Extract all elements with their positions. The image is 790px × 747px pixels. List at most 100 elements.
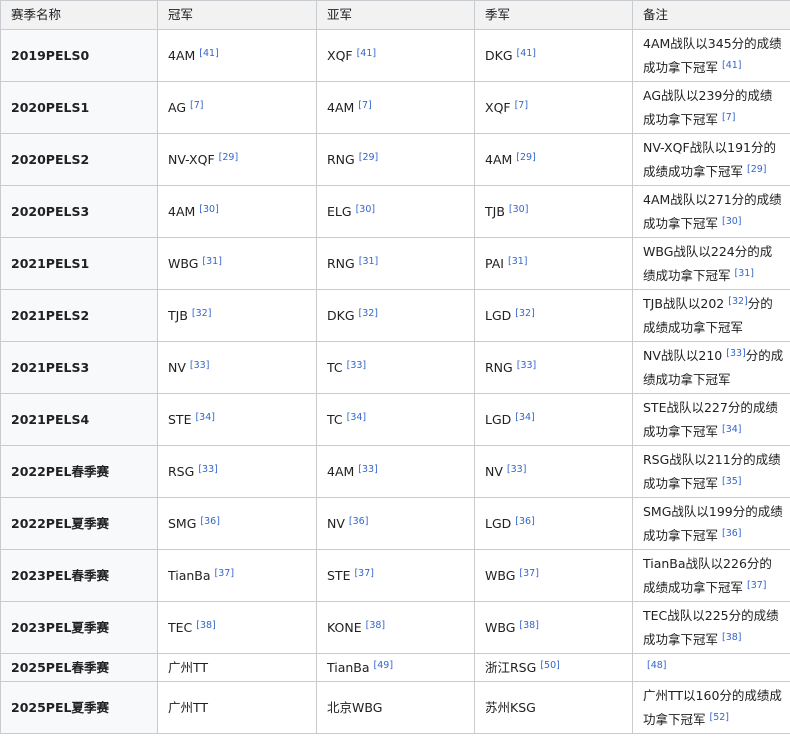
note-text: TEC战队以225分的成绩成功拿下冠军 xyxy=(643,607,779,647)
runner-up-cell-text: ELG xyxy=(327,203,352,219)
header-third: 季军 xyxy=(474,0,633,30)
citation-link[interactable]: [38] xyxy=(722,632,742,643)
citation-link[interactable]: [36] xyxy=(200,516,220,527)
champion-cell: RSG [33] xyxy=(157,445,317,498)
runner-up-cell-text: 北京WBG xyxy=(327,699,383,715)
champion-cell-text: NV xyxy=(168,359,186,375)
citation-link[interactable]: [38] xyxy=(196,620,216,631)
note-cell: RSG战队以211分的成绩成功拿下冠军 [35] xyxy=(632,445,790,498)
champion-cell-text: TianBa xyxy=(168,567,211,583)
citation-link[interactable]: [34] xyxy=(722,424,742,435)
citation-link[interactable]: [37] xyxy=(747,580,767,591)
citation-link[interactable]: [30] xyxy=(356,204,376,215)
citation-link[interactable]: [52] xyxy=(710,712,730,723)
runner-up-cell: NV [36] xyxy=(316,497,475,550)
citation-link[interactable]: [49] xyxy=(374,660,394,671)
citation-link[interactable]: [35] xyxy=(722,476,742,487)
citation-link[interactable]: [37] xyxy=(354,568,374,579)
champion-cell-text: 广州TT xyxy=(168,699,209,715)
table-row: 2023PEL春季赛 TianBa [37] STE [37] WBG [37] TianBa… xyxy=(0,549,790,602)
citation-link[interactable]: [7] xyxy=(190,100,203,111)
champion-cell: NV-XQF [29] xyxy=(157,133,317,186)
citation-link[interactable]: [33] xyxy=(517,360,537,371)
citation-link[interactable]: [33] xyxy=(190,360,210,371)
citation-link[interactable]: [29] xyxy=(219,152,239,163)
champion-cell-text: SMG xyxy=(168,515,197,531)
citation-link[interactable]: [48] xyxy=(647,660,667,671)
third-place-cell-text: WBG xyxy=(485,567,516,583)
citation-link[interactable]: [31] xyxy=(359,256,379,267)
season-cell-text: 2020PELS2 xyxy=(11,151,90,167)
citation-link[interactable]: [32] xyxy=(192,308,212,319)
citation-link[interactable]: [7] xyxy=(722,112,735,123)
runner-up-cell-text: TC xyxy=(327,359,343,375)
champion-cell: WBG [31] xyxy=(157,237,317,290)
citation-link[interactable]: [36] xyxy=(722,528,742,539)
citation-link[interactable]: [33] xyxy=(358,464,378,475)
citation-link[interactable]: [34] xyxy=(347,412,367,423)
third-place-cell: LGD [34] xyxy=(474,393,633,446)
citation-link[interactable]: [41] xyxy=(199,48,219,59)
season-cell-text: 2025PEL春季赛 xyxy=(11,659,109,675)
citation-link[interactable]: [7] xyxy=(358,100,371,111)
table-row: 2025PEL夏季赛 广州TT 北京WBG 苏州KSG 广州TT以160分的成绩成功拿下… xyxy=(0,681,790,734)
citation-link[interactable]: [31] xyxy=(508,256,528,267)
citation-link[interactable]: [30] xyxy=(199,204,219,215)
runner-up-cell-text: 4AM xyxy=(327,463,355,479)
citation-link[interactable]: [37] xyxy=(215,568,235,579)
table-row: 2025PEL春季赛 广州TT TianBa [49] 浙江RSG [50] [48] xyxy=(0,653,790,682)
citation-link[interactable]: [41] xyxy=(357,48,377,59)
third-place-cell-text: TJB xyxy=(485,203,505,219)
citation-link[interactable]: [29] xyxy=(516,152,536,163)
table-row: 2021PELS2 TJB [32] DKG [32] LGD [32] TJB战队以202[… xyxy=(0,289,790,342)
citation-link[interactable]: [29] xyxy=(359,152,379,163)
citation-link[interactable]: [36] xyxy=(349,516,369,527)
citation-link[interactable]: [33] xyxy=(507,464,527,475)
runner-up-cell-text: XQF xyxy=(327,47,353,63)
runner-up-cell: DKG [32] xyxy=(316,289,475,342)
header-champion: 冠军 xyxy=(157,0,317,30)
citation-link[interactable]: [31] xyxy=(202,256,222,267)
citation-link[interactable]: [41] xyxy=(722,60,742,71)
citation-link[interactable]: [33] xyxy=(347,360,367,371)
citation-link[interactable]: [36] xyxy=(515,516,535,527)
table-row: 2023PEL夏季赛 TEC [38] KONE [38] WBG [38] TEC战队以22… xyxy=(0,601,790,654)
season-cell: 2021PELS2 xyxy=(0,289,158,342)
third-place-cell: NV [33] xyxy=(474,445,633,498)
season-cell-text: 2021PELS4 xyxy=(11,411,90,427)
citation-link[interactable]: [34] xyxy=(515,412,535,423)
note-cell: STE战队以227分的成绩成功拿下冠军 [34] xyxy=(632,393,790,446)
champion-cell: TEC [38] xyxy=(157,601,317,654)
season-cell: 2025PEL夏季赛 xyxy=(0,681,158,734)
citation-link[interactable]: [29] xyxy=(747,164,767,175)
citation-link[interactable]: [34] xyxy=(195,412,215,423)
citation-link[interactable]: [30] xyxy=(722,216,742,227)
citation-link[interactable]: [33] xyxy=(726,348,746,359)
note-text: NV战队以210 xyxy=(643,347,723,363)
citation-link[interactable]: [32] xyxy=(728,296,748,307)
champion-cell-text: 4AM xyxy=(168,47,196,63)
third-place-cell-text: LGD xyxy=(485,411,512,427)
third-place-cell-text: 4AM xyxy=(485,151,513,167)
citation-link[interactable]: [38] xyxy=(519,620,539,631)
citation-link[interactable]: [7] xyxy=(515,100,528,111)
season-cell-text: 2023PEL夏季赛 xyxy=(11,619,109,635)
note-cell: SMG战队以199分的成绩成功拿下冠军 [36] xyxy=(632,497,790,550)
citation-link[interactable]: [30] xyxy=(509,204,529,215)
citation-link[interactable]: [50] xyxy=(540,660,560,671)
citation-link[interactable]: [31] xyxy=(735,268,755,279)
citation-link[interactable]: [33] xyxy=(198,464,218,475)
third-place-cell: XQF [7] xyxy=(474,81,633,134)
note-cell: WBG战队以224分的成绩成功拿下冠军 [31] xyxy=(632,237,790,290)
table-row: 2021PELS4 STE [34] TC [34] LGD [34] STE战队以227分的… xyxy=(0,393,790,446)
citation-link[interactable]: [32] xyxy=(515,308,535,319)
third-place-cell-text: XQF xyxy=(485,99,511,115)
citation-link[interactable]: [32] xyxy=(359,308,379,319)
citation-link[interactable]: [37] xyxy=(519,568,539,579)
runner-up-cell: ELG [30] xyxy=(316,185,475,238)
champion-cell: AG [7] xyxy=(157,81,317,134)
season-cell: 2022PEL春季赛 xyxy=(0,445,158,498)
table-row: 2020PELS2 NV-XQF [29] RNG [29] 4AM [29] NV-XQF战… xyxy=(0,133,790,186)
citation-link[interactable]: [38] xyxy=(366,620,386,631)
citation-link[interactable]: [41] xyxy=(517,48,537,59)
